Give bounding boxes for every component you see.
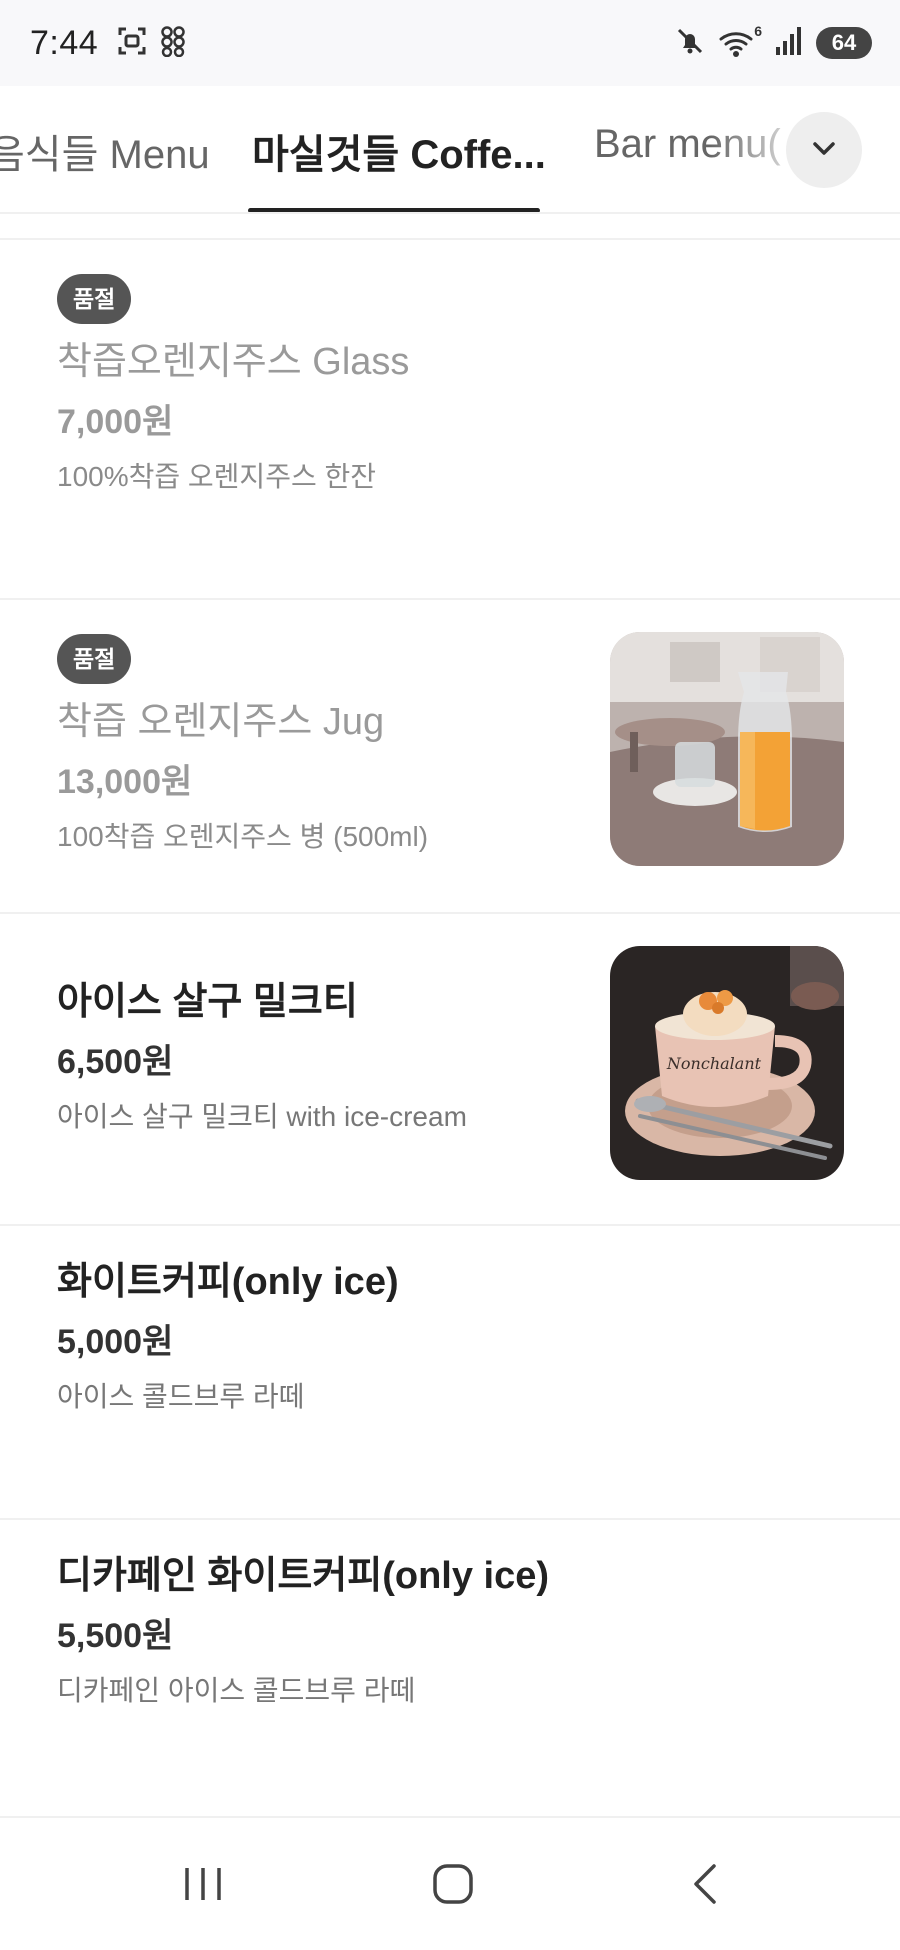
status-time: 7:44 <box>30 23 99 62</box>
item-photo-apricot-milk-tea[interactable]: Nonchalant <box>610 946 844 1180</box>
recent-apps-icon <box>181 1864 225 1909</box>
item-description: 디카페인 아이스 콜드브루 라떼 <box>57 1675 416 1706</box>
category-tabs: 음식들 Menu 마실것들 Coffe... Bar menu( <box>0 86 900 214</box>
item-description: 아이스 살구 밀크티 with ice-cream <box>57 1101 467 1132</box>
sold-out-badge: 품절 <box>57 634 132 684</box>
mute-icon <box>674 25 706 62</box>
item-photo-orange-juice[interactable] <box>610 632 844 866</box>
battery-indicator: 64 <box>816 27 872 59</box>
expand-categories-button[interactable] <box>786 112 862 188</box>
status-bar: 7:44 6 64 <box>0 0 900 86</box>
menu-item[interactable]: 품절 착즙오렌지주스 Glass 7,000원 100%착즙 오렌지주스 한잔 <box>0 240 900 600</box>
wifi-icon: 6 <box>718 23 762 59</box>
sold-out-badge: 품절 <box>57 274 132 324</box>
item-description: 아이스 콜드브루 라떼 <box>57 1381 305 1412</box>
link-icon <box>160 25 186 62</box>
item-name: 착즙 오렌지주스 Jug <box>57 701 385 743</box>
active-tab-indicator <box>248 208 540 212</box>
menu-item[interactable]: 아이스 살구 밀크티 6,500원 아이스 살구 밀크티 with ice-cr… <box>0 914 900 1226</box>
tab-food-menu[interactable]: 음식들 Menu <box>0 122 210 180</box>
back-icon <box>690 1862 720 1911</box>
home-icon <box>431 1862 475 1911</box>
menu-item[interactable]: 화이트커피(only ice) 5,000원 아이스 콜드브루 라떼 <box>0 1226 900 1520</box>
screenshot-icon <box>116 25 148 62</box>
item-price: 7,000원 <box>57 403 174 441</box>
item-price: 5,500원 <box>57 1617 174 1655</box>
chevron-down-icon <box>807 131 841 170</box>
home-button[interactable] <box>418 1854 488 1918</box>
signal-icon <box>774 25 804 62</box>
back-button[interactable] <box>670 1854 740 1918</box>
menu-item[interactable]: 품절 착즙 오렌지주스 Jug 13,000원 100착즙 오렌지주스 병 (5… <box>0 600 900 914</box>
item-price: 5,000원 <box>57 1323 174 1361</box>
tab-drinks-coffee[interactable]: 마실것들 Coffe... <box>252 122 546 180</box>
item-description: 100착즙 오렌지주스 병 (500ml) <box>57 821 429 852</box>
wifi-label: 6 <box>754 23 762 39</box>
menu-item[interactable]: 디카페인 화이트커피(only ice) 5,500원 디카페인 아이스 콜드브… <box>0 1520 900 1816</box>
recent-apps-button[interactable] <box>168 1854 238 1918</box>
item-price: 6,500원 <box>57 1043 174 1081</box>
item-name: 아이스 살구 밀크티 <box>57 981 358 1023</box>
cup-logo-text: Nonchalant <box>666 1054 762 1073</box>
item-description: 100%착즙 오렌지주스 한잔 <box>57 461 377 492</box>
item-name: 착즙오렌지주스 Glass <box>57 341 410 383</box>
system-navigation-bar <box>0 1816 900 1950</box>
item-name: 디카페인 화이트커피(only ice) <box>57 1555 550 1597</box>
item-price: 13,000원 <box>57 763 193 801</box>
item-name: 화이트커피(only ice) <box>57 1261 399 1303</box>
